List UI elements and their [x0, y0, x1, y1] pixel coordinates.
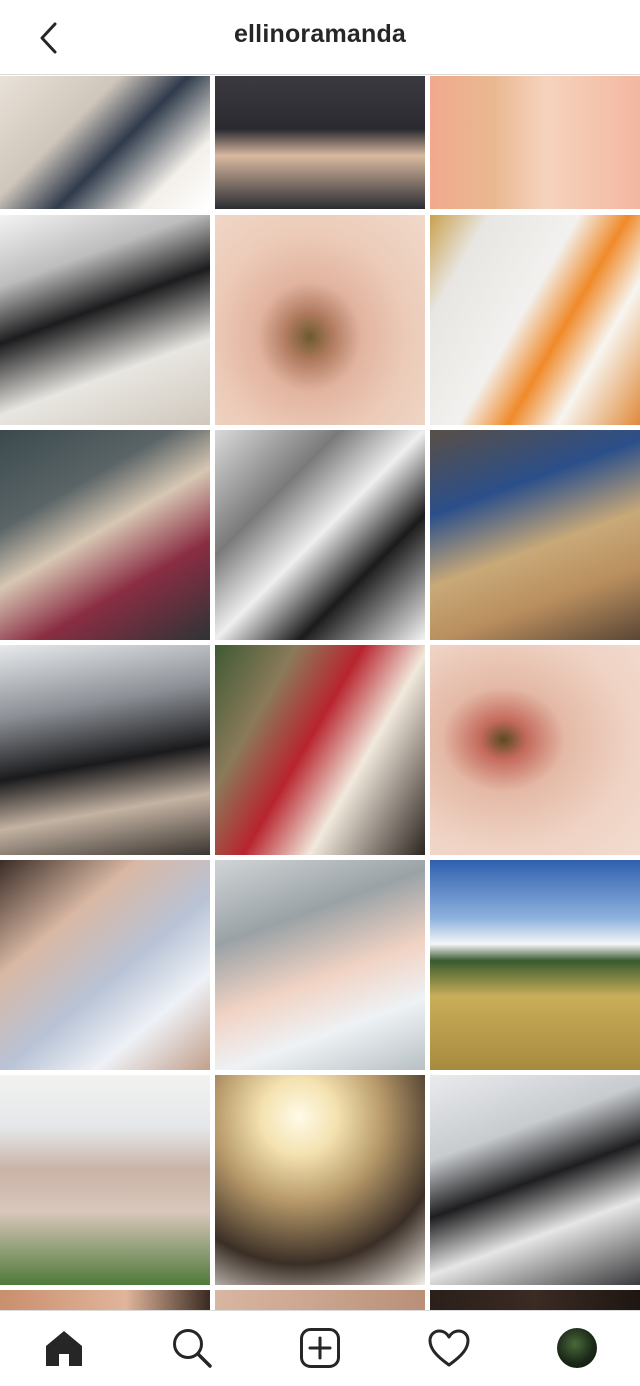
avatar: [557, 1328, 597, 1368]
plus-square-icon: [300, 1328, 340, 1368]
tab-new-post[interactable]: [290, 1323, 350, 1373]
grid-photo[interactable]: [0, 215, 210, 425]
home-icon: [46, 1331, 82, 1366]
grid-photo[interactable]: [430, 1075, 640, 1285]
grid-photo[interactable]: [215, 645, 425, 855]
grid-photo[interactable]: [430, 430, 640, 640]
tab-activity[interactable]: [419, 1323, 479, 1373]
grid-photo[interactable]: [215, 215, 425, 425]
tab-home[interactable]: [34, 1323, 94, 1373]
grid-photo[interactable]: [430, 645, 640, 855]
grid-photo[interactable]: [0, 860, 210, 1070]
profile-username: ellinoramanda: [233, 20, 407, 48]
grid-photo[interactable]: [0, 1075, 210, 1285]
bottom-tab-bar: [0, 1310, 640, 1386]
top-bar: ellinoramanda: [0, 0, 640, 75]
grid-photo[interactable]: [430, 76, 640, 209]
tab-search[interactable]: [162, 1323, 222, 1373]
grid-photo[interactable]: [215, 430, 425, 640]
grid-photo[interactable]: [0, 76, 210, 209]
grid-photo[interactable]: [430, 860, 640, 1070]
grid-photo[interactable]: [0, 430, 210, 640]
heart-icon: [428, 1329, 470, 1367]
grid-photo[interactable]: [0, 645, 210, 855]
grid-photo[interactable]: [430, 1290, 640, 1310]
grid-photo[interactable]: [215, 1290, 425, 1310]
grid-photo[interactable]: [215, 860, 425, 1070]
grid-photo[interactable]: [215, 1075, 425, 1285]
search-icon: [173, 1329, 212, 1368]
grid-photo[interactable]: [430, 215, 640, 425]
grid-photo[interactable]: [215, 76, 425, 209]
grid-photo[interactable]: [0, 1290, 210, 1310]
tab-profile[interactable]: [547, 1323, 607, 1373]
